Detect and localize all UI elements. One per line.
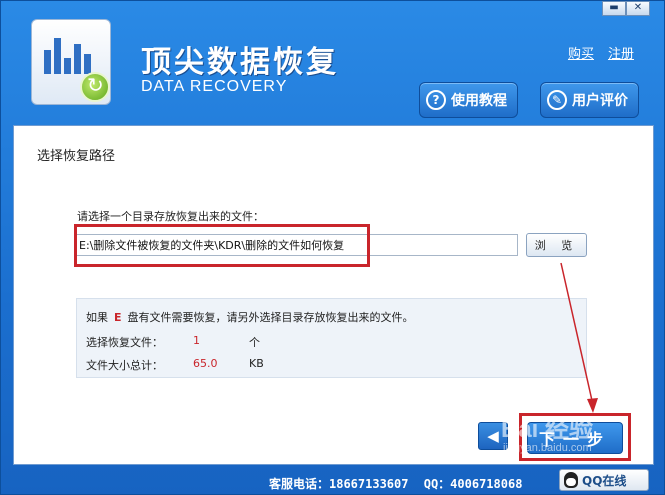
total-size-label: 文件大小总计： xyxy=(86,359,163,372)
path-label: 请选择一个目录存放恢复出来的文件： xyxy=(77,210,264,223)
footer-qq: QQ：4006718068 xyxy=(423,477,523,491)
user-review-button-label: 用户评价 xyxy=(572,93,628,109)
minimize-button[interactable]: ▬ xyxy=(602,1,626,16)
top-links: 购买 注册 xyxy=(568,43,634,62)
section-title: 选择恢复路径 xyxy=(37,149,116,164)
notice-line: 如果 E 盘有文件需要恢复，请另外选择目录存放恢复出来的文件。 xyxy=(86,309,414,325)
notice-suffix: 盘有文件需要恢复，请另外选择目录存放恢复出来的文件。 xyxy=(127,311,414,324)
close-button[interactable]: ✕ xyxy=(626,1,650,16)
qq-penguin-icon xyxy=(564,472,578,488)
tutorial-button-label: 使用教程 xyxy=(451,93,507,109)
next-button[interactable]: 下一步 xyxy=(527,422,623,454)
register-link[interactable]: 注册 xyxy=(608,43,634,62)
app-subtitle: DATA RECOVERY xyxy=(141,78,288,95)
total-size-unit: KB xyxy=(249,357,264,370)
path-input[interactable] xyxy=(76,234,518,256)
question-icon: ? xyxy=(426,90,446,110)
buy-link[interactable]: 购买 xyxy=(568,43,594,62)
qq-online-label: QQ在线 xyxy=(582,473,627,488)
app-window: ▬ ✕ 顶尖数据恢复 DATA RECOVERY 购买 注册 ? 使用教程 ✎ … xyxy=(0,0,665,495)
tutorial-button[interactable]: ? 使用教程 xyxy=(419,82,518,118)
selected-files-unit: 个 xyxy=(249,336,260,349)
main-panel: 选择恢复路径 请选择一个目录存放恢复出来的文件： 浏 览 如果 E 盘有文件需要恢复… xyxy=(13,125,654,465)
footer-contact: 客服电话：18667133607 QQ：4006718068 xyxy=(269,475,530,492)
qq-online-button[interactable]: QQ在线 xyxy=(559,469,649,491)
info-box: 如果 E 盘有文件需要恢复，请另外选择目录存放恢复出来的文件。 选择恢复文件： 1 … xyxy=(76,298,587,378)
browse-button[interactable]: 浏 览 xyxy=(526,233,587,257)
app-logo xyxy=(31,19,111,105)
chat-icon: ✎ xyxy=(547,90,567,110)
footer-phone: 客服电话：18667133607 xyxy=(269,477,409,491)
notice-drive: E xyxy=(114,311,122,324)
total-size-value: 65.0 xyxy=(193,357,218,370)
recycle-icon xyxy=(80,72,110,102)
app-title: 顶尖数据恢复 xyxy=(141,45,339,80)
user-review-button[interactable]: ✎ 用户评价 xyxy=(540,82,639,118)
selected-files-value: 1 xyxy=(193,334,200,347)
bar-chart-icon xyxy=(44,34,94,74)
notice-prefix: 如果 xyxy=(86,311,108,324)
window-controls: ▬ ✕ xyxy=(602,1,650,16)
selected-files-label: 选择恢复文件： xyxy=(86,336,163,349)
back-button[interactable]: ◀ xyxy=(478,422,508,450)
